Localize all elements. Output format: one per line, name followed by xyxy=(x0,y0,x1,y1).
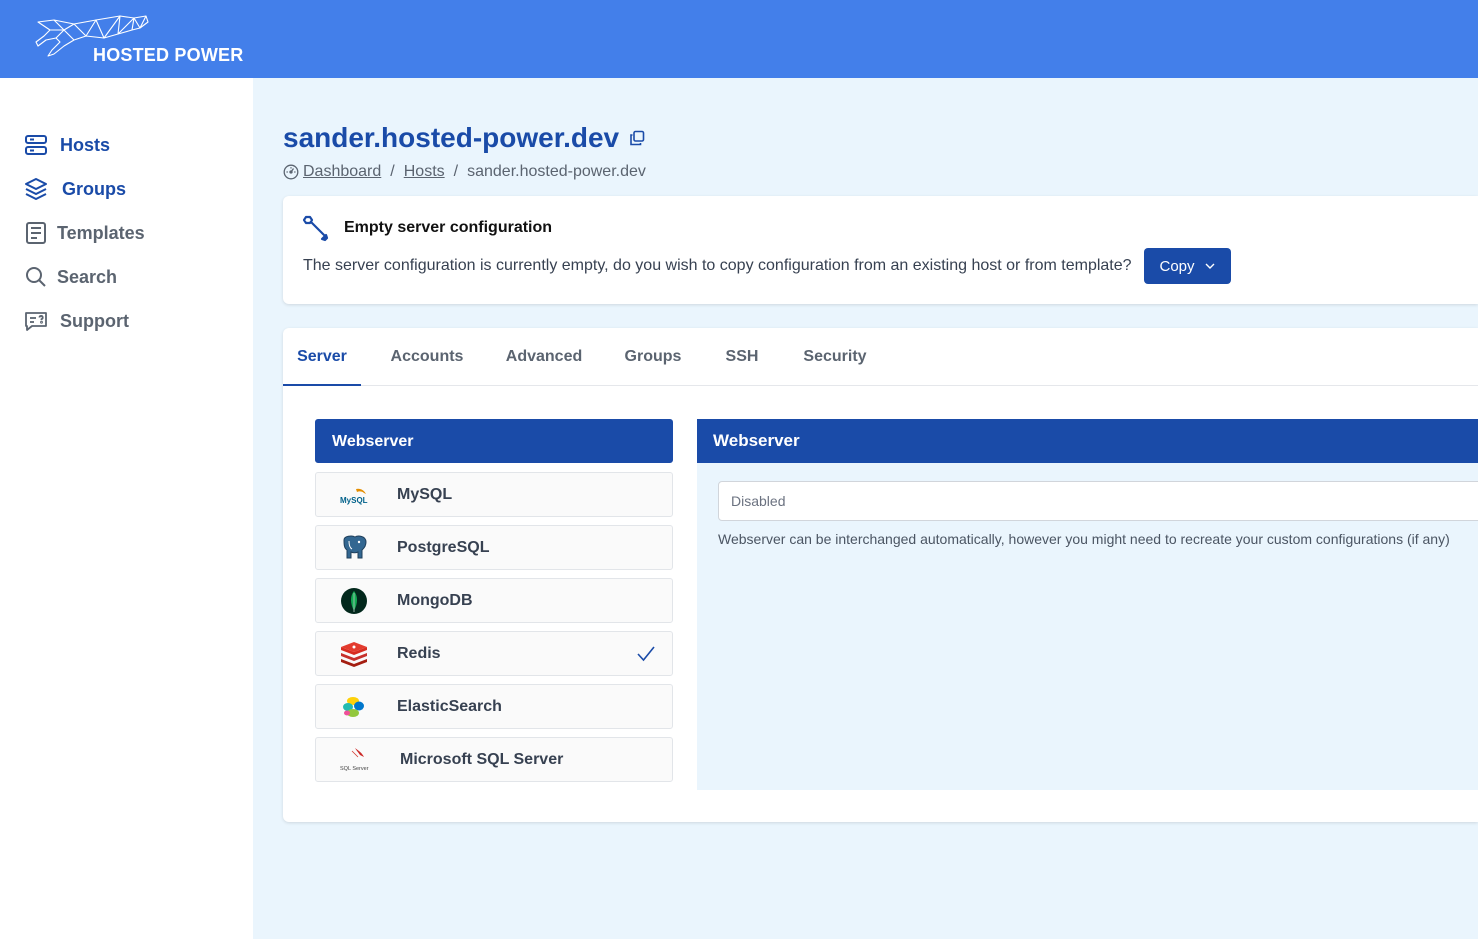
sidebar: Hosts Groups Templates Search Support xyxy=(0,78,253,939)
postgresql-elephant-icon xyxy=(343,535,367,559)
notice-text: The server configuration is currently em… xyxy=(303,257,1132,274)
breadcrumb: Dashboard / Hosts / sander.hosted-power.… xyxy=(283,162,646,182)
service-label: PostgreSQL xyxy=(397,539,490,556)
breadcrumb-hosts[interactable]: Hosts xyxy=(404,163,445,181)
service-item-mongodb[interactable]: MongoDB xyxy=(315,578,673,623)
page-title: sander.hosted-power.dev xyxy=(283,122,645,154)
host-name: sander.hosted-power.dev xyxy=(283,122,620,153)
tab-groups[interactable]: Groups xyxy=(613,328,693,386)
breadcrumb-current: sander.hosted-power.dev xyxy=(467,163,646,180)
top-bar: HOSTED POWER xyxy=(0,0,1478,78)
copy-config-button[interactable]: Copy xyxy=(1144,248,1231,284)
webserver-help-text: Webserver can be interchanged automatica… xyxy=(718,531,1450,547)
service-item-webserver[interactable]: Webserver xyxy=(315,419,673,463)
sidebar-item-label: Support xyxy=(60,310,129,331)
webserver-select[interactable]: Disabled xyxy=(718,481,1478,521)
configuration-card: Server Accounts Advanced Groups SSH Secu… xyxy=(283,328,1478,822)
brand-name: HOSTED POWER xyxy=(93,45,244,65)
mysql-logo-text: MySQL xyxy=(340,496,368,505)
sidebar-item-groups[interactable]: Groups xyxy=(24,174,126,204)
detail-title: Webserver xyxy=(697,419,1478,463)
breadcrumb-dashboard[interactable]: Dashboard xyxy=(303,163,381,181)
mysql-logo-icon: MySQL xyxy=(340,488,368,505)
empty-config-notice: Empty server configuration The server co… xyxy=(283,196,1478,304)
sidebar-item-label: Search xyxy=(57,266,118,287)
breadcrumb-separator: / xyxy=(453,163,459,180)
sql-server-icon: SQL Server xyxy=(340,748,369,772)
check-icon xyxy=(637,646,655,662)
server-icon xyxy=(24,133,48,157)
elasticsearch-icon xyxy=(343,697,364,717)
service-item-redis[interactable]: Redis xyxy=(315,631,673,676)
breadcrumb-separator: / xyxy=(390,163,395,180)
chat-icon xyxy=(24,309,48,333)
webserver-detail-panel: Webserver Disabled Webserver can be inte… xyxy=(697,419,1478,790)
layers-icon xyxy=(24,177,48,201)
main-content: sander.hosted-power.dev Dashboard / Host… xyxy=(253,78,1478,939)
chevron-down-icon xyxy=(1205,263,1215,269)
notice-title: Empty server configuration xyxy=(344,219,553,236)
service-label: Redis xyxy=(397,645,441,662)
tab-ssh[interactable]: SSH xyxy=(715,328,769,386)
service-label: Microsoft SQL Server xyxy=(400,751,564,768)
redis-cube-icon xyxy=(341,642,367,667)
sidebar-item-label: Templates xyxy=(57,222,145,243)
tab-accounts[interactable]: Accounts xyxy=(379,328,475,386)
service-label: MySQL xyxy=(397,486,453,503)
tab-bar: Server Accounts Advanced Groups SSH Secu… xyxy=(283,328,1478,386)
mongodb-leaf-icon xyxy=(341,588,367,614)
service-item-elasticsearch[interactable]: ElasticSearch xyxy=(315,684,673,729)
sidebar-item-templates[interactable]: Templates xyxy=(24,218,145,248)
service-label: ElasticSearch xyxy=(397,698,502,715)
service-label: Webserver xyxy=(332,433,414,450)
tab-security[interactable]: Security xyxy=(790,328,880,386)
wrench-icon xyxy=(302,215,329,242)
tab-advanced[interactable]: Advanced xyxy=(495,328,593,386)
sidebar-item-label: Hosts xyxy=(60,134,111,155)
service-item-postgresql[interactable]: PostgreSQL xyxy=(315,525,673,570)
service-item-mysql[interactable]: MySQL MySQL xyxy=(315,472,673,517)
service-label: MongoDB xyxy=(397,592,473,609)
document-icon xyxy=(24,221,48,245)
service-item-mssql[interactable]: SQL Server Microsoft SQL Server xyxy=(315,737,673,782)
sidebar-item-hosts[interactable]: Hosts xyxy=(24,130,110,160)
search-icon xyxy=(24,265,48,289)
sidebar-item-label: Groups xyxy=(62,178,127,199)
sql-server-logo-text: SQL Server xyxy=(340,766,369,772)
brand-logo[interactable]: HOSTED POWER xyxy=(34,12,244,68)
copy-button-label: Copy xyxy=(1159,257,1195,275)
dashboard-gauge-icon xyxy=(283,164,299,180)
sidebar-item-search[interactable]: Search xyxy=(24,262,117,292)
sidebar-item-support[interactable]: Support xyxy=(24,306,129,336)
tab-server[interactable]: Server xyxy=(283,328,361,386)
copy-clipboard-icon[interactable] xyxy=(629,130,645,146)
